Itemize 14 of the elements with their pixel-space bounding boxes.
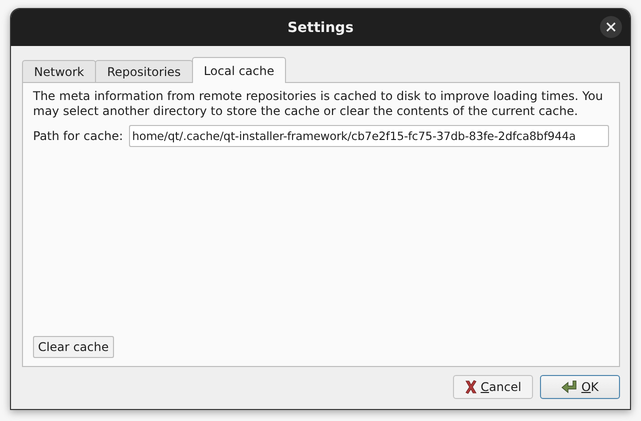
description-text: The meta information from remote repositories is cached to disk to improve loading times. You may select another directory to store the cache or clear the contents of the current cache. [33,89,604,119]
tab[interactable]: Network [22,60,96,82]
window-title: Settings [287,20,354,36]
cancel-button[interactable]: Cancel [453,375,533,399]
path-label: Path for cache: [33,129,124,143]
x-mark-icon [464,380,477,394]
tab[interactable]: Repositories [95,60,193,82]
close-button[interactable] [600,16,622,38]
close-icon [606,22,616,32]
tab[interactable]: Local cache [192,57,286,83]
path-field[interactable]: home/qt/.cache/qt-installer-framework/cb7e2f15-fc75-37db-83fe-2dfca8bf944a [129,125,609,147]
clear-cache-button[interactable]: Clear cache [33,336,114,358]
ok-button[interactable]: OK [540,375,620,399]
enter-arrow-icon [561,380,578,394]
